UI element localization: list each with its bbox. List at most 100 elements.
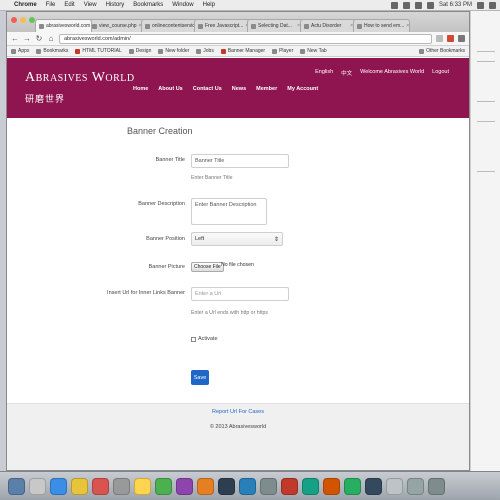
save-button[interactable]: Save — [191, 370, 209, 385]
welcome-user-link[interactable]: Welcome Abrasives World — [360, 69, 424, 77]
bookmark-star-icon[interactable] — [436, 35, 443, 42]
home-icon[interactable]: ⌂ — [47, 34, 55, 43]
tab-selecting-data[interactable]: Selecting Dat... × — [247, 19, 304, 32]
file-status: No file chosen — [221, 262, 254, 268]
facetime-icon[interactable] — [155, 477, 172, 495]
browser-toolbar: ← → ↻ ⌂ abrasivesworld.com/admin/ — [7, 32, 469, 46]
illustrator-icon[interactable] — [323, 477, 340, 495]
nav-contact-us[interactable]: Contact Us — [193, 86, 222, 92]
bookmark-player[interactable]: Player — [272, 48, 293, 54]
menu-history[interactable]: History — [106, 2, 125, 8]
contacts-icon[interactable] — [113, 477, 130, 495]
folder-icon — [128, 48, 134, 54]
dropbox-icon[interactable] — [390, 1, 398, 9]
close-window-button[interactable] — [11, 17, 17, 23]
chrome-icon[interactable] — [71, 477, 88, 495]
itunes-icon[interactable] — [176, 477, 193, 495]
nav-home[interactable]: Home — [133, 86, 148, 92]
skype-icon[interactable] — [344, 477, 361, 495]
tab-view-course[interactable]: view_course.php × — [88, 19, 145, 32]
app-store-icon[interactable] — [239, 477, 256, 495]
lang-english-link[interactable]: English — [315, 69, 333, 77]
tab-online-content[interactable]: onlinecontentservice.com × — [141, 19, 198, 32]
folder-icon — [36, 48, 42, 54]
textedit-icon[interactable] — [365, 477, 382, 495]
tab-send-email[interactable]: How to send em... × — [353, 19, 410, 32]
site-logo[interactable]: Abrasives World — [25, 70, 135, 86]
notification-list-icon[interactable] — [489, 1, 496, 9]
finder-icon[interactable] — [8, 477, 25, 495]
report-url-link[interactable]: Report Url For Cases — [7, 409, 469, 415]
menu-window[interactable]: Window — [172, 2, 193, 8]
menu-file[interactable]: File — [46, 2, 56, 8]
inner-links-help: Enter a Url ends with http or https — [191, 310, 268, 316]
system-preferences-icon[interactable] — [260, 477, 277, 495]
spotlight-search-icon[interactable] — [477, 1, 484, 9]
w3schools-icon — [75, 48, 81, 54]
forward-arrow-icon[interactable]: → — [23, 34, 31, 43]
bookmark-html-tutorial[interactable]: HTML TUTORIAL — [75, 48, 122, 54]
photoshop-icon[interactable] — [281, 477, 298, 495]
tab-close-icon[interactable]: × — [406, 23, 409, 32]
menu-bookmarks[interactable]: Bookmarks — [133, 2, 163, 8]
activate-checkbox[interactable] — [191, 336, 196, 342]
bookmark-bookmarks[interactable]: Bookmarks — [36, 48, 68, 54]
reload-icon[interactable]: ↻ — [35, 34, 43, 43]
extension-icon[interactable] — [447, 35, 454, 42]
bookmark-banner-manager[interactable]: Banner Manager — [220, 48, 265, 54]
background-document-window — [470, 11, 500, 471]
bookmark-new-folder[interactable]: New folder — [158, 48, 189, 54]
bookmark-design[interactable]: Design — [128, 48, 152, 54]
bookmark-label: Apps — [18, 48, 30, 54]
choose-file-button[interactable]: Choose File — [191, 262, 224, 272]
bookmark-label: New folder — [165, 48, 190, 54]
battery-icon[interactable] — [426, 1, 434, 9]
menu-edit[interactable]: Edit — [64, 2, 74, 8]
banner-position-label: Banner Position — [146, 236, 185, 242]
nav-member[interactable]: Member — [256, 86, 277, 92]
downloads-folder-icon[interactable] — [407, 477, 424, 495]
filezilla-icon[interactable] — [197, 477, 214, 495]
nav-news[interactable]: News — [232, 86, 246, 92]
safari-icon[interactable] — [50, 477, 67, 495]
calendar-icon[interactable] — [92, 477, 109, 495]
tab-actu[interactable]: Actu Disorder × — [300, 19, 357, 32]
minimize-window-button[interactable] — [20, 17, 26, 23]
menubar-clock[interactable]: Sat 6:33 PM — [439, 2, 472, 8]
menu-app-name[interactable]: Chrome — [14, 2, 37, 8]
banner-title-input[interactable]: Banner Title — [191, 154, 289, 168]
trash-icon[interactable] — [428, 477, 445, 495]
menu-help[interactable]: Help — [203, 2, 215, 8]
tab-favicon — [357, 24, 362, 29]
tab-abrasivesworld[interactable]: abrasivesworld.com × — [35, 19, 92, 32]
wifi-icon[interactable] — [402, 1, 410, 9]
activate-row: Activate — [191, 336, 218, 342]
chrome-menu-icon[interactable] — [458, 35, 465, 42]
dreamweaver-icon[interactable] — [302, 477, 319, 495]
logout-link[interactable]: Logout — [432, 69, 449, 77]
back-arrow-icon[interactable]: ← — [11, 34, 19, 43]
bookmark-apps[interactable]: Apps — [11, 48, 29, 54]
nav-about-us[interactable]: About Us — [158, 86, 182, 92]
terminal-icon[interactable] — [218, 477, 235, 495]
banner-description-textarea[interactable]: Enter Banner Description — [191, 198, 267, 225]
launchpad-icon[interactable] — [29, 477, 46, 495]
volume-icon[interactable] — [414, 1, 422, 9]
other-bookmarks[interactable]: Other Bookmarks — [419, 48, 465, 54]
bookmark-new-tab[interactable]: New Tab — [300, 48, 327, 54]
notes-icon[interactable] — [134, 477, 151, 495]
address-bar[interactable]: abrasivesworld.com/admin/ — [59, 33, 432, 44]
inner-links-placeholder: Enter a Url — [195, 291, 222, 297]
web-page: Abrasives World 研磨世界 Home About Us Conta… — [7, 58, 469, 470]
inner-links-url-input[interactable]: Enter a Url — [191, 287, 289, 301]
bookmark-jobs[interactable]: Jobs — [196, 48, 214, 54]
bookmark-label: Design — [135, 48, 152, 54]
banner-position-select[interactable]: Left ⇕ — [191, 232, 283, 246]
site-logo-chinese: 研磨世界 — [25, 95, 66, 105]
tab-favicon — [304, 24, 309, 29]
lang-chinese-link[interactable]: 中文 — [341, 69, 352, 77]
menu-view[interactable]: View — [84, 2, 97, 8]
tab-javascript[interactable]: Free Javascript... × — [194, 19, 251, 32]
preview-icon[interactable] — [386, 477, 403, 495]
nav-my-account[interactable]: My Account — [287, 86, 318, 92]
